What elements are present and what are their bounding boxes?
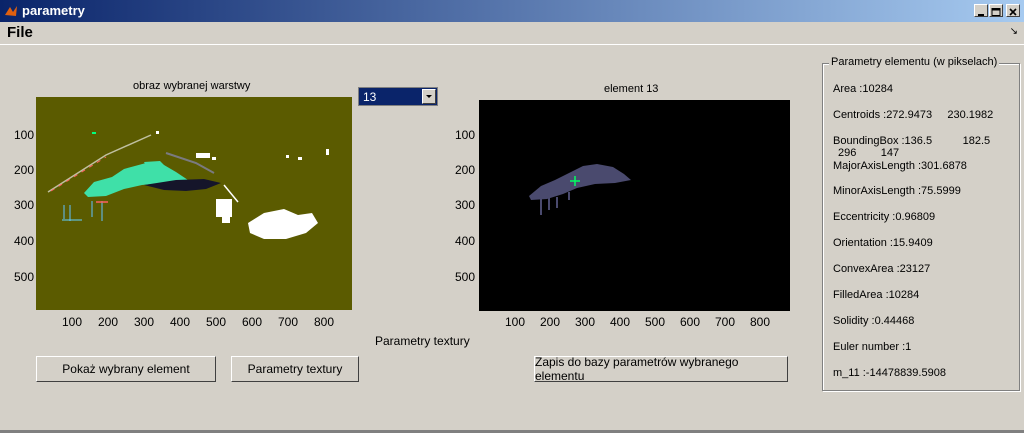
tick-label: 100 <box>61 315 83 329</box>
tick-label: 500 <box>454 270 475 284</box>
texture-label: Parametry textury <box>375 334 470 348</box>
param-filled-area: FilledArea :10284 <box>833 289 920 301</box>
close-button[interactable] <box>1006 4 1020 17</box>
tick-label: 700 <box>714 315 736 329</box>
tick-label: 400 <box>454 234 475 248</box>
tick-label: 400 <box>609 315 631 329</box>
param-bounding-box-size: 296 147 <box>838 147 900 159</box>
tick-label: 300 <box>13 198 34 212</box>
panel-title: Parametry elementu (w pikselach) <box>829 56 1000 68</box>
tick-label: 500 <box>13 270 34 284</box>
layer-selector-value: 13 <box>363 90 377 104</box>
matlab-icon <box>5 6 17 16</box>
chevron-down-icon <box>426 95 432 98</box>
tick-label: 800 <box>749 315 771 329</box>
tick-label: 200 <box>539 315 561 329</box>
tick-label: 200 <box>97 315 119 329</box>
param-eccentricity: Eccentricity :0.96809 <box>833 211 936 223</box>
tick-label: 200 <box>454 163 475 177</box>
maximize-button[interactable] <box>989 4 1003 17</box>
tick-label: 300 <box>133 315 155 329</box>
tick-label: 100 <box>13 128 34 142</box>
tick-label: 200 <box>13 163 34 177</box>
maximize-icon <box>991 8 1001 16</box>
plot2-title: element 13 <box>604 83 659 95</box>
param-convex-area: ConvexArea :23127 <box>833 263 931 275</box>
tick-label: 300 <box>454 198 475 212</box>
param-area: Area :10284 <box>833 83 893 95</box>
tick-label: 500 <box>205 315 227 329</box>
layer-selector[interactable]: 13 <box>358 87 438 106</box>
tick-label: 700 <box>277 315 299 329</box>
menu-file[interactable]: File <box>7 24 33 41</box>
element-plot <box>479 100 790 311</box>
tick-label: 100 <box>454 128 475 142</box>
show-element-button[interactable]: Pokaż wybrany element <box>36 356 216 382</box>
close-icon <box>1009 8 1017 16</box>
tick-label: 600 <box>241 315 263 329</box>
minimize-button[interactable] <box>974 4 988 17</box>
param-bounding-box: BoundingBox :136.5 182.5 <box>833 135 991 147</box>
param-major-axis: MajorAxisLength :301.6878 <box>833 160 967 172</box>
param-euler-number: Euler number :1 <box>833 341 912 353</box>
tick-label: 500 <box>644 315 666 329</box>
texture-params-button[interactable]: Parametry textury <box>231 356 359 382</box>
tick-label: 600 <box>679 315 701 329</box>
dropdown-arrow-button[interactable] <box>422 89 436 104</box>
menu-corner-arrow-icon: ↘ <box>1009 26 1018 37</box>
save-to-database-button[interactable]: Zapis do bazy parametrów wybranego eleme… <box>534 355 788 383</box>
plot1-title: obraz wybranej warstwy <box>133 80 251 92</box>
window-title: parametry <box>22 3 85 18</box>
tick-label: 100 <box>504 315 526 329</box>
param-orientation: Orientation :15.9409 <box>833 237 933 249</box>
param-m11: m_11 :-14478839.5908 <box>833 367 946 379</box>
tick-label: 800 <box>313 315 335 329</box>
menu-bar: File ↘ <box>0 22 1024 45</box>
param-minor-axis: MinorAxisLength :75.5999 <box>833 185 961 197</box>
tick-label: 400 <box>13 234 34 248</box>
minimize-icon <box>978 14 984 16</box>
param-centroids: Centroids :272.9473 230.1982 <box>833 109 994 121</box>
param-solidity: Solidity :0.44468 <box>833 315 915 327</box>
title-bar[interactable]: parametry <box>0 0 1024 22</box>
tick-label: 300 <box>574 315 596 329</box>
tick-label: 400 <box>169 315 191 329</box>
layer-image-plot <box>36 97 352 310</box>
